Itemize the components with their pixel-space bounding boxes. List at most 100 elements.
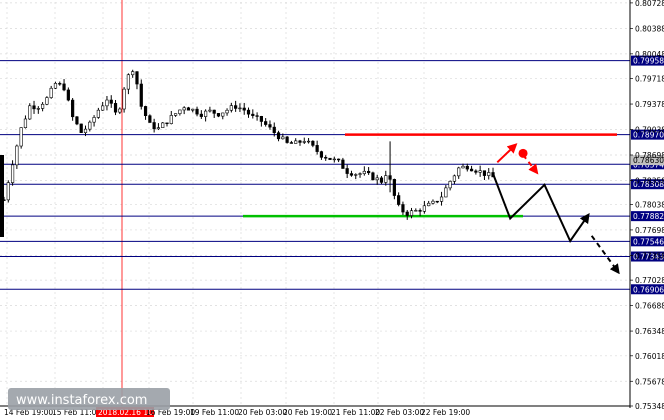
y-tick-label: 0.78038: [635, 200, 664, 209]
candle-body: [105, 99, 109, 107]
candle-body: [384, 175, 388, 183]
candle-body: [354, 174, 358, 176]
x-tick-label: 19 Feb 11:00: [190, 408, 239, 417]
candle-body: [204, 110, 208, 117]
candle-body: [165, 122, 169, 124]
x-tick-label: 20 Feb 03:00: [238, 408, 287, 417]
candle-body: [315, 145, 319, 152]
candle-body: [66, 89, 70, 101]
candle-body: [221, 112, 225, 117]
candle-body: [268, 124, 272, 128]
x-tick-label: 21 Feb 11:00: [331, 408, 380, 417]
candle-body: [461, 165, 465, 169]
candle-body: [161, 122, 165, 128]
candle-body: [345, 168, 349, 174]
candle-body: [212, 109, 216, 114]
y-tick-label: 0.78358: [635, 176, 664, 185]
candle-body: [23, 118, 28, 128]
left-bar-stub: [0, 155, 4, 237]
candle-body: [41, 103, 45, 109]
candle-body: [131, 71, 135, 76]
candle-body: [148, 115, 152, 123]
candle-body: [229, 105, 233, 111]
candle-body: [298, 140, 302, 143]
candle-body: [435, 200, 439, 203]
candle-body: [75, 116, 79, 125]
candle-body: [88, 121, 92, 130]
candle-body: [448, 180, 452, 189]
level-tag-label: 0.77546: [633, 237, 664, 246]
candle-body: [371, 172, 375, 181]
candle-body: [92, 117, 96, 123]
candle-body: [96, 109, 100, 118]
candle-body: [294, 140, 298, 144]
candle-body: [332, 158, 336, 161]
y-tick-label: 0.80388: [635, 24, 664, 33]
y-tick-label: 0.76018: [635, 352, 664, 361]
candle-body: [336, 158, 341, 161]
candle-body: [358, 173, 362, 175]
y-tick-label: 0.78698: [635, 151, 664, 160]
candle-body: [169, 115, 173, 124]
candle-body: [246, 109, 251, 115]
y-tick-label: 0.77698: [635, 226, 664, 235]
candle-body: [178, 109, 182, 114]
y-tick-label: 0.80048: [635, 50, 664, 59]
candle-body: [225, 109, 229, 114]
candle-body: [465, 165, 469, 170]
candle-body: [71, 99, 75, 118]
candle-body: [474, 170, 478, 173]
candle-body: [199, 113, 203, 117]
candle-body: [101, 105, 105, 111]
candle-body: [272, 126, 276, 134]
candle-body: [341, 159, 345, 169]
candle-body: [439, 196, 444, 202]
candle-body: [36, 108, 40, 110]
candle-body: [139, 83, 143, 107]
y-tick-label: 0.75678: [635, 377, 664, 386]
candle-body: [15, 145, 19, 166]
candle-body: [487, 172, 491, 176]
candle-body: [401, 204, 405, 213]
candle-body: [469, 168, 474, 172]
candle-body: [49, 87, 53, 98]
candle-body: [324, 157, 328, 159]
candle-body: [19, 127, 23, 147]
y-tick-label: 0.76348: [635, 327, 664, 336]
candle-body: [289, 142, 294, 144]
candle-body: [285, 136, 289, 143]
candle-body: [53, 83, 58, 89]
candle-body: [306, 140, 311, 143]
candle-body: [122, 88, 126, 110]
y-tick-label: 0.79378: [635, 100, 664, 109]
candle-body: [397, 195, 401, 205]
watermark: www.instaforex.com: [8, 388, 170, 410]
price-chart: 0.799580.789700.785740.783080.778820.775…: [0, 0, 664, 420]
candle-body: [276, 132, 281, 140]
candle-body: [392, 179, 396, 196]
candle-body: [414, 210, 418, 212]
candle-body: [302, 141, 306, 143]
candle-body: [409, 210, 414, 216]
candle-body: [208, 109, 212, 112]
candle-body: [319, 151, 324, 158]
candle-body: [28, 105, 32, 120]
watermark-text: www.instaforex.com: [16, 393, 147, 408]
candle-body: [427, 202, 431, 207]
candle-body: [32, 105, 36, 110]
candle-body: [255, 115, 259, 117]
y-tick-label: 0.76688: [635, 302, 664, 311]
candle-body: [113, 103, 118, 113]
candle-body: [328, 157, 332, 160]
candle-body: [379, 177, 384, 183]
forecast-marker: [518, 148, 528, 158]
candle-body: [259, 116, 263, 122]
y-tick-label: 0.79038: [635, 126, 664, 135]
candle-body: [143, 106, 148, 116]
candle-body: [62, 83, 66, 91]
candle-body: [6, 182, 10, 201]
candle-body: [281, 136, 285, 140]
candle-body: [444, 187, 448, 198]
level-tag-label: 0.77882: [633, 212, 664, 221]
candle-body: [431, 200, 435, 204]
